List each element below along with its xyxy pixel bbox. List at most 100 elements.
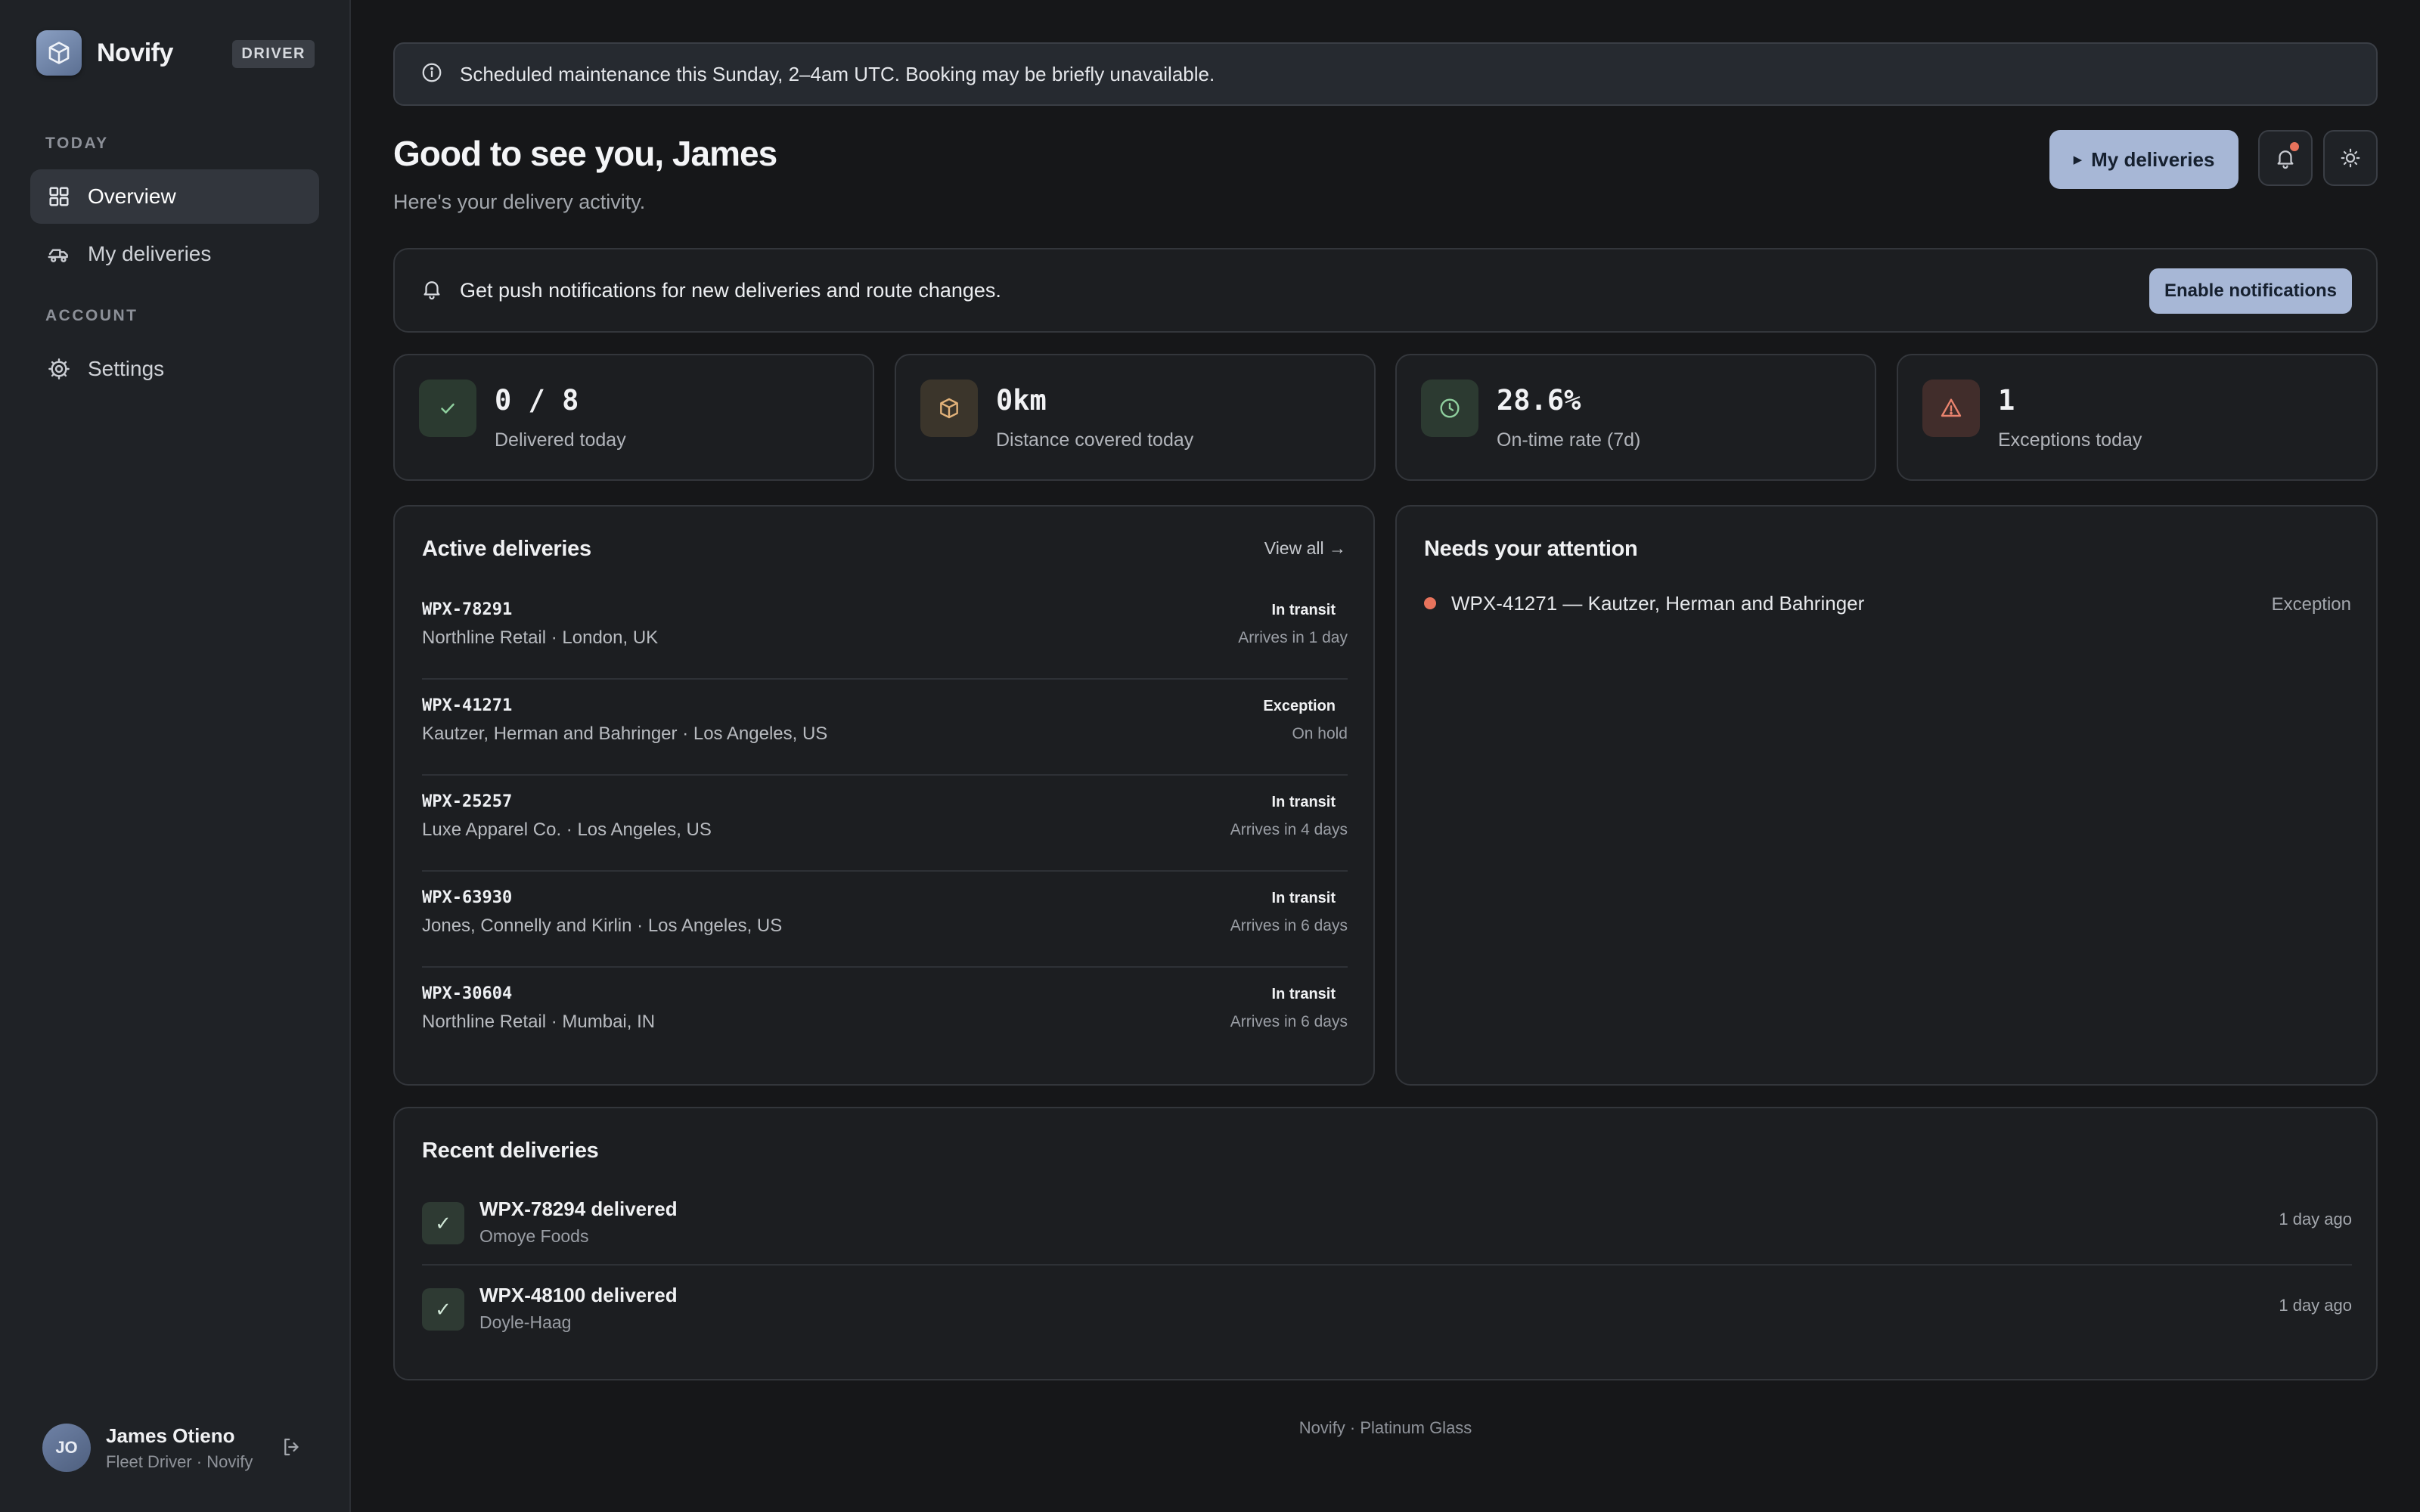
sidebar-item-my-deliveries[interactable]: My deliveries	[30, 227, 319, 281]
user-profile: JO James Otieno Fleet Driver · Novify	[42, 1423, 315, 1473]
page-subtitle: Here's your delivery activity.	[393, 191, 646, 213]
delivery-eta: Arrives in 6 days	[1230, 917, 1348, 934]
check-icon	[419, 380, 476, 437]
stat-value: 28.6%	[1497, 384, 1581, 417]
gear-icon	[45, 355, 73, 383]
delivery-details: Northline Retail · Mumbai, IN	[422, 1012, 656, 1032]
check-icon: ✓	[422, 1288, 464, 1331]
sidebar: Novify DRIVER TODAY Overview My deliveri…	[0, 0, 351, 1512]
attention-item[interactable]: WPX-41271 — Kautzer, Herman and Bahringe…	[1424, 588, 2351, 618]
page-title: Good to see you, James	[393, 134, 777, 173]
attention-text: WPX-41271 — Kautzer, Herman and Bahringe…	[1451, 591, 1865, 615]
push-text: Get push notifications for new deliverie…	[460, 278, 1001, 302]
panel-title: Needs your attention	[1424, 537, 1638, 561]
stat-label: Delivered today	[495, 429, 626, 451]
sidebar-item-label: Settings	[88, 357, 165, 380]
delivery-row[interactable]: WPX-63930 Jones, Connelly and Kirlin · L…	[422, 872, 1348, 968]
maintenance-banner: Scheduled maintenance this Sunday, 2–4am…	[393, 42, 2378, 106]
panel-title: Active deliveries	[422, 537, 591, 561]
delivery-eta: Arrives in 6 days	[1230, 1013, 1348, 1030]
delivery-eta: On hold	[1292, 725, 1348, 742]
delivery-details: Luxe Apparel Co. · Los Angeles, US	[422, 820, 712, 840]
delivery-id: WPX-78291	[422, 600, 513, 619]
delivery-details: Kautzer, Herman and Bahringer · Los Ange…	[422, 723, 828, 744]
stat-value: 1	[1998, 384, 2015, 417]
needs-attention-panel: Needs your attention WPX-41271 — Kautzer…	[1395, 505, 2378, 1086]
delivery-row[interactable]: WPX-25257 Luxe Apparel Co. · Los Angeles…	[422, 776, 1348, 872]
recent-title: WPX-48100 delivered	[479, 1284, 678, 1306]
truck-icon	[45, 240, 73, 268]
logout-icon[interactable]	[278, 1433, 306, 1461]
attention-tag: Exception	[2271, 594, 2351, 615]
delivery-id: WPX-63930	[422, 888, 513, 907]
warning-icon	[1922, 380, 1980, 437]
status-badge: In transit	[1271, 602, 1336, 618]
my-deliveries-button[interactable]: ▶ My deliveries	[2049, 130, 2238, 189]
stat-card-on-time: 28.6% On-time rate (7d)	[1395, 354, 1876, 481]
main-content: Scheduled maintenance this Sunday, 2–4am…	[351, 0, 2420, 1512]
panel-title: Recent deliveries	[422, 1139, 599, 1163]
sidebar-item-settings[interactable]: Settings	[30, 342, 319, 396]
stat-label: On-time rate (7d)	[1497, 429, 1641, 451]
role-badge: DRIVER	[232, 40, 315, 68]
recent-timestamp: 1 day ago	[2279, 1296, 2352, 1315]
stat-card-delivered: 0 / 8 Delivered today	[393, 354, 874, 481]
notifications-button[interactable]	[2258, 130, 2313, 186]
active-deliveries-panel: Active deliveries View all → WPX-78291 N…	[393, 505, 1375, 1086]
enable-notifications-button[interactable]: Enable notifications	[2149, 268, 2352, 314]
info-icon	[420, 61, 443, 88]
delivery-id: WPX-25257	[422, 792, 513, 811]
play-icon: ▶	[2073, 153, 2083, 166]
recent-deliveries-panel: Recent deliveries ✓ WPX-78294 delivered …	[393, 1107, 2378, 1380]
stat-value: 0km	[996, 384, 1047, 417]
recent-delivery-row[interactable]: ✓ WPX-78294 delivered Omoye Foods 1 day …	[422, 1179, 2352, 1266]
delivery-details: Jones, Connelly and Kirlin · Los Angeles…	[422, 916, 783, 936]
footer: Novify · Platinum Glass	[1298, 1418, 1472, 1437]
stat-card-distance: 0km Distance covered today	[895, 354, 1376, 481]
delivery-details: Northline Retail · London, UK	[422, 627, 659, 648]
recent-title: WPX-78294 delivered	[479, 1198, 678, 1220]
nav-section-account: ACCOUNT	[45, 307, 138, 324]
delivery-id: WPX-30604	[422, 984, 513, 1003]
delivery-id: WPX-41271	[422, 696, 513, 715]
sidebar-item-label: My deliveries	[88, 242, 212, 265]
status-badge: Exception	[1263, 698, 1336, 714]
sidebar-item-label: Overview	[88, 184, 176, 208]
status-badge: In transit	[1271, 986, 1336, 1002]
push-notification-card: Get push notifications for new deliverie…	[393, 248, 2378, 333]
recent-customer: Omoye Foods	[479, 1226, 589, 1246]
delivery-row[interactable]: WPX-41271 Kautzer, Herman and Bahringer …	[422, 680, 1348, 776]
stat-label: Distance covered today	[996, 429, 1194, 451]
my-deliveries-button-label: My deliveries	[2091, 147, 2215, 171]
recent-timestamp: 1 day ago	[2279, 1210, 2352, 1228]
cube-logo-icon	[36, 30, 82, 76]
app-root: Novify DRIVER TODAY Overview My deliveri…	[0, 0, 2420, 1512]
bell-icon	[420, 277, 443, 304]
avatar[interactable]: JO	[42, 1424, 91, 1472]
recent-delivery-row[interactable]: ✓ WPX-48100 delivered Doyle-Haag 1 day a…	[422, 1266, 2352, 1352]
notification-dot	[2290, 142, 2299, 151]
package-icon	[920, 380, 978, 437]
check-icon: ✓	[422, 1202, 464, 1244]
user-name: James Otieno	[106, 1424, 235, 1447]
recent-customer: Doyle-Haag	[479, 1312, 572, 1332]
alert-dot	[1424, 597, 1436, 609]
delivery-eta: Arrives in 1 day	[1238, 629, 1348, 646]
sidebar-item-overview[interactable]: Overview	[30, 169, 319, 224]
stat-card-exceptions: 1 Exceptions today	[1897, 354, 2378, 481]
banner-text: Scheduled maintenance this Sunday, 2–4am…	[460, 62, 1215, 85]
delivery-eta: Arrives in 4 days	[1230, 821, 1348, 838]
delivery-row[interactable]: WPX-30604 Northline Retail · Mumbai, IN …	[422, 968, 1348, 1064]
clock-icon	[1421, 380, 1478, 437]
stat-label: Exceptions today	[1998, 429, 2142, 451]
status-badge: In transit	[1271, 890, 1336, 906]
theme-toggle-button[interactable]	[2323, 130, 2378, 186]
grid-icon	[45, 183, 73, 210]
sun-icon	[2341, 148, 2360, 168]
user-role: Fleet Driver · Novify	[106, 1452, 253, 1471]
view-all-link[interactable]: View all →	[1264, 538, 1346, 559]
delivery-row[interactable]: WPX-78291 Northline Retail · London, UK …	[422, 584, 1348, 680]
status-badge: In transit	[1271, 794, 1336, 810]
brand-name: Novify	[97, 38, 173, 67]
brand: Novify DRIVER	[36, 30, 315, 76]
